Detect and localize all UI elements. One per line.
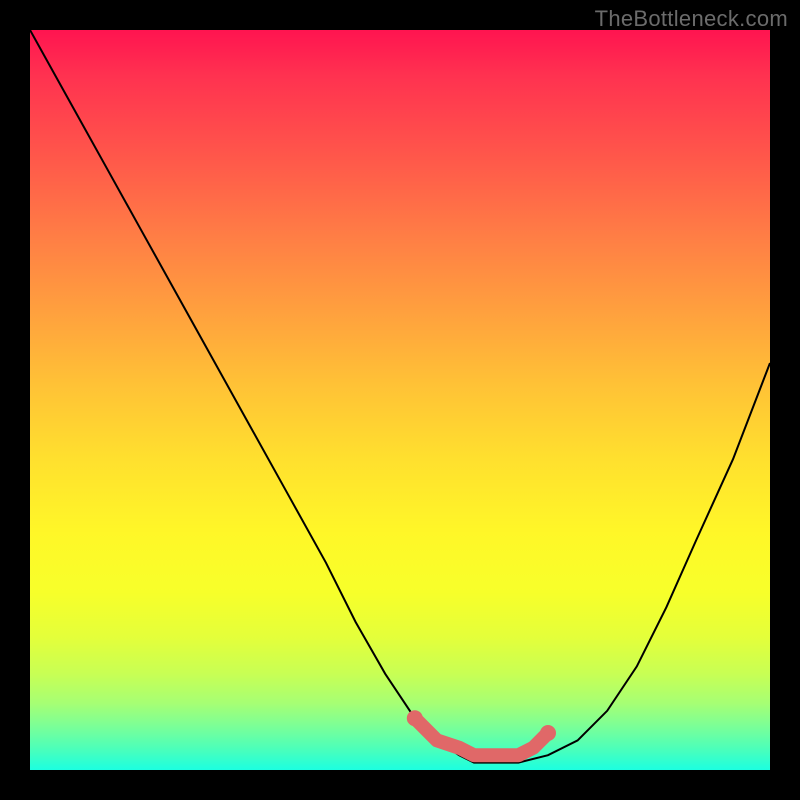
optimal-range-marker — [407, 710, 556, 755]
optimal-range-stroke — [415, 718, 548, 755]
chart-svg — [30, 30, 770, 770]
optimal-range-endpoint — [540, 725, 556, 741]
chart-frame: TheBottleneck.com — [0, 0, 800, 800]
watermark-text: TheBottleneck.com — [595, 6, 788, 32]
bottleneck-curve — [30, 30, 770, 763]
plot-area — [30, 30, 770, 770]
optimal-range-endpoint — [407, 710, 423, 726]
